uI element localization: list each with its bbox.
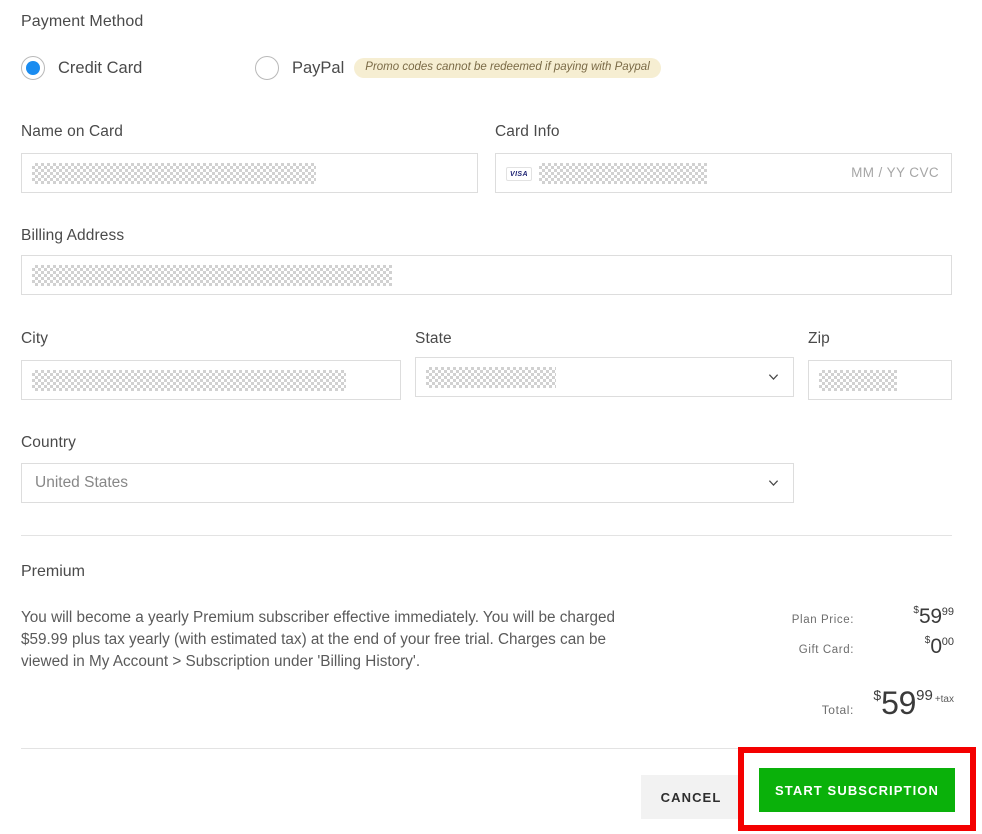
redacted-value [539,163,707,184]
divider [21,535,952,536]
tax-note: +tax [934,694,954,705]
name-on-card-input[interactable] [21,153,478,193]
amount-cents: 99 [916,687,933,704]
state-label: State [415,330,452,347]
radio-credit-card[interactable] [21,56,45,80]
amount-cents: 00 [941,636,954,648]
summary-row-plan-price: Plan Price: $5999 [734,605,954,629]
total-amount: $5999 +tax [868,685,954,722]
state-select[interactable] [415,357,794,397]
city-label: City [21,330,49,347]
summary-row-gift-card: Gift Card: $000 [734,635,954,659]
total-label: Total: [821,703,854,717]
payment-option-paypal[interactable]: PayPal Promo codes cannot be redeemed if… [255,55,661,81]
redacted-value [426,367,556,388]
amount-cents: 99 [941,606,954,618]
country-label: Country [21,434,76,451]
country-select[interactable]: United States [21,463,794,503]
plan-name: Premium [21,563,86,580]
billing-address-input[interactable] [21,255,952,295]
card-info-input[interactable]: VISA MM / YY CVC [495,153,952,193]
amount-whole: 59 [881,685,917,721]
payment-option-credit-card[interactable]: Credit Card [21,55,142,81]
amount-whole: 0 [930,635,942,658]
redacted-value [32,370,346,391]
zip-label: Zip [808,330,830,347]
city-input[interactable] [21,360,401,400]
payment-method-heading: Payment Method [21,13,144,30]
plan-description: You will become a yearly Premium subscri… [21,609,616,670]
paypal-promo-notice: Promo codes cannot be redeemed if paying… [354,58,661,78]
chevron-down-icon [768,372,779,383]
country-selected-value: United States [35,474,129,491]
redacted-value [32,163,316,184]
name-on-card-label: Name on Card [21,123,123,140]
zip-input[interactable] [808,360,952,400]
checkout-page: Payment Method Credit Card PayPal Promo … [0,0,982,834]
gift-card-amount: $000 [868,635,954,659]
card-info-label: Card Info [495,123,560,140]
summary-row-total: Total: $5999 +tax [734,685,954,722]
chevron-down-icon [768,478,779,489]
amount-whole: 59 [918,605,942,628]
price-summary: Plan Price: $5999 Gift Card: $000 Total:… [734,605,954,728]
radio-paypal[interactable] [255,56,279,80]
plan-price-amount: $5999 [868,605,954,629]
redacted-value [32,265,392,286]
payment-option-label-paypal: PayPal [292,58,345,77]
currency-symbol: $ [873,687,882,703]
card-expiry-cvc-hint: MM / YY CVC [851,165,939,180]
visa-logo-icon: VISA [506,167,532,181]
start-subscription-button[interactable]: START SUBSCRIPTION [759,768,955,812]
plan-price-label: Plan Price: [791,614,854,626]
billing-address-label: Billing Address [21,227,125,244]
payment-option-label-credit-card: Credit Card [58,58,143,77]
cancel-button[interactable]: CANCEL [641,775,741,819]
redacted-value [819,370,897,391]
gift-card-label: Gift Card: [798,644,854,656]
